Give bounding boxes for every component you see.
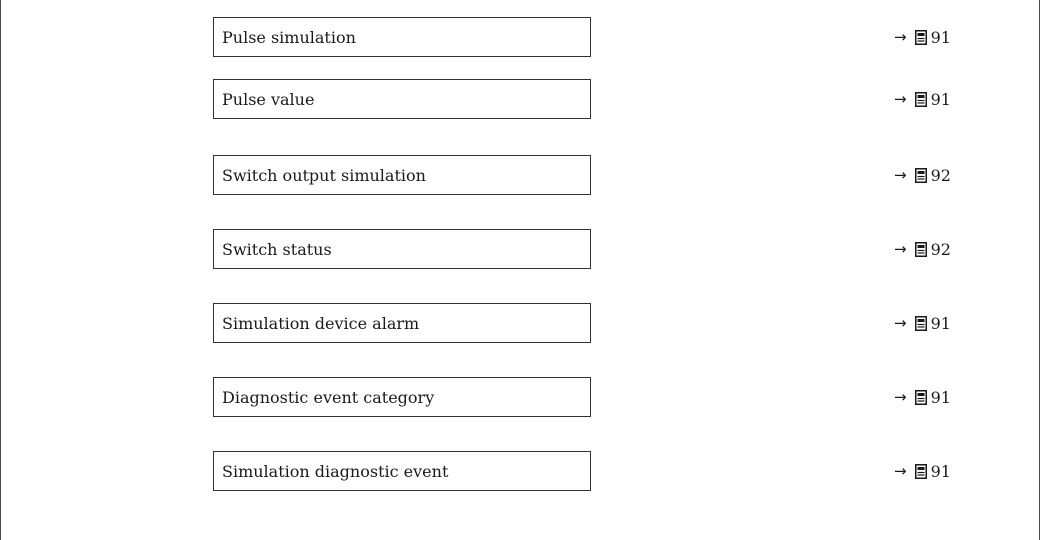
parameter-row-pulse-value: Pulse value → 91 [1,79,1041,119]
page-number: 92 [930,165,951,185]
page-number: 91 [930,313,951,333]
parameter-row-pulse-simulation: Pulse simulation → 91 [1,17,1041,57]
parameter-row-simulation-diagnostic-event: Simulation diagnostic event → 91 [1,451,1041,491]
page-reference[interactable]: → 91 [894,303,951,343]
arrow-right-icon: → [894,314,907,332]
arrow-right-icon: → [894,388,907,406]
parameter-box[interactable]: Simulation diagnostic event [213,451,591,491]
parameter-label: Simulation device alarm [222,313,420,333]
arrow-right-icon: → [894,166,907,184]
book-page-icon [914,91,927,107]
book-page-icon [914,315,927,331]
parameter-label: Switch status [222,239,332,259]
parameter-row-switch-status: Switch status → 92 [1,229,1041,269]
document-frame: Pulse simulation → 91 Pulse value → 91 S… [0,0,1040,540]
parameter-box[interactable]: Switch status [213,229,591,269]
parameter-label: Switch output simulation [222,165,426,185]
parameter-box[interactable]: Diagnostic event category [213,377,591,417]
parameter-label: Simulation diagnostic event [222,461,449,481]
parameter-box[interactable]: Switch output simulation [213,155,591,195]
book-page-icon [914,389,927,405]
parameter-row-diagnostic-event-category: Diagnostic event category → 91 [1,377,1041,417]
parameter-row-switch-output-simulation: Switch output simulation → 92 [1,155,1041,195]
parameter-row-simulation-device-alarm: Simulation device alarm → 91 [1,303,1041,343]
arrow-right-icon: → [894,90,907,108]
parameter-box[interactable]: Pulse simulation [213,17,591,57]
page-reference[interactable]: → 92 [894,229,951,269]
parameter-label: Diagnostic event category [222,387,435,407]
page-number: 91 [930,387,951,407]
page-number: 92 [930,239,951,259]
arrow-right-icon: → [894,28,907,46]
parameter-label: Pulse value [222,89,315,109]
page-reference[interactable]: → 92 [894,155,951,195]
book-page-icon [914,241,927,257]
book-page-icon [914,463,927,479]
parameter-label: Pulse simulation [222,27,356,47]
arrow-right-icon: → [894,240,907,258]
page-reference[interactable]: → 91 [894,17,951,57]
page-reference[interactable]: → 91 [894,79,951,119]
book-page-icon [914,167,927,183]
book-page-icon [914,29,927,45]
parameter-box[interactable]: Simulation device alarm [213,303,591,343]
page-number: 91 [930,461,951,481]
parameter-box[interactable]: Pulse value [213,79,591,119]
page-reference[interactable]: → 91 [894,377,951,417]
page-number: 91 [930,89,951,109]
page-reference[interactable]: → 91 [894,451,951,491]
page-number: 91 [930,27,951,47]
arrow-right-icon: → [894,462,907,480]
